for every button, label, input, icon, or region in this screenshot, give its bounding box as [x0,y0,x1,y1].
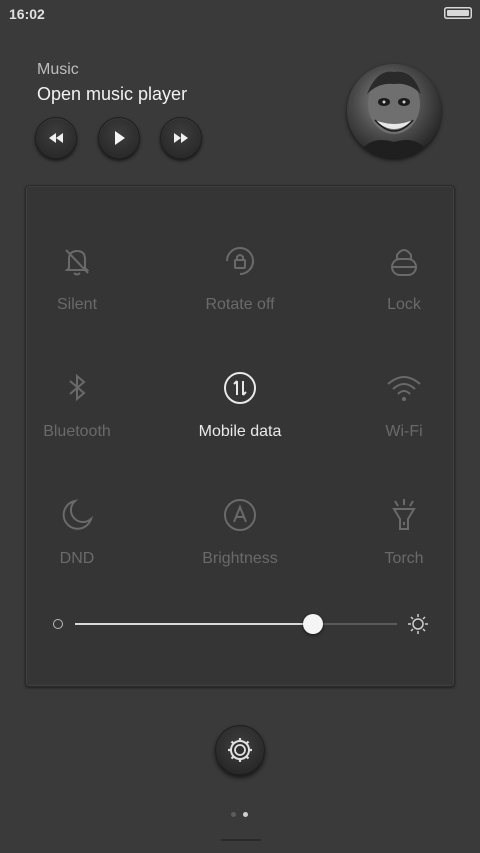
toggle-label: Wi-Fi [385,423,423,440]
toggle-label: Lock [387,296,421,313]
brightness-slider[interactable] [51,611,429,641]
quick-settings-panel: Silent Rotate off Lock Bluetooth Mobile … [25,185,455,687]
page-dot-1[interactable] [231,812,236,817]
toggle-lock[interactable]: Lock [339,243,469,333]
toggle-torch[interactable]: Torch [339,497,469,587]
toggle-brightness[interactable]: Brightness [175,497,305,587]
toggle-label: Rotate off [205,296,275,313]
wifi-icon [387,376,421,401]
toggle-bluetooth[interactable]: Bluetooth [12,370,142,460]
toggle-label: Mobile data [198,423,282,440]
moon-icon [62,499,94,530]
flashlight-icon [392,499,416,530]
music-label: Music [37,61,79,78]
play-button[interactable] [98,117,140,159]
brightness-high-icon [408,614,428,634]
mobile-data-icon [224,372,256,404]
gear-icon [228,738,252,762]
rewind-button[interactable] [35,117,77,159]
fast-forward-button[interactable] [160,117,202,159]
toggle-label: Bluetooth [43,423,111,440]
toggle-label: DND [59,550,95,567]
brightness-track[interactable] [75,614,397,634]
toggle-mobile-data[interactable]: Mobile data [175,370,305,460]
drag-handle[interactable] [221,839,261,841]
settings-button[interactable] [215,725,265,775]
open-music-player-link[interactable]: Open music player [37,84,187,105]
auto-brightness-icon [224,499,256,531]
music-widget: Music Open music player [0,55,480,170]
lock-icon [391,249,417,276]
bell-off-icon [64,249,90,276]
fast-forward-icon [174,133,188,143]
brightness-low-icon [53,619,63,629]
album-art[interactable] [347,64,441,158]
toggle-dnd[interactable]: DND [12,497,142,587]
toggle-label: Torch [384,550,424,567]
toggle-wifi[interactable]: Wi-Fi [339,370,469,460]
play-icon [115,131,125,145]
battery-icon [444,7,472,19]
toggle-rotate[interactable]: Rotate off [175,243,305,333]
toggle-label: Silent [56,296,98,313]
album-art-image [357,71,431,158]
rewind-icon [49,133,63,143]
page-dot-2[interactable] [243,812,248,817]
toggle-silent[interactable]: Silent [12,243,142,333]
brightness-fill [75,623,314,625]
toggle-label: Brightness [202,550,278,567]
page-indicator [229,812,251,818]
clock: 16:02 [9,6,45,22]
status-bar: 16:02 [0,0,480,28]
rotate-lock-icon [226,247,254,275]
brightness-handle[interactable] [303,614,324,634]
bluetooth-icon [69,373,86,402]
